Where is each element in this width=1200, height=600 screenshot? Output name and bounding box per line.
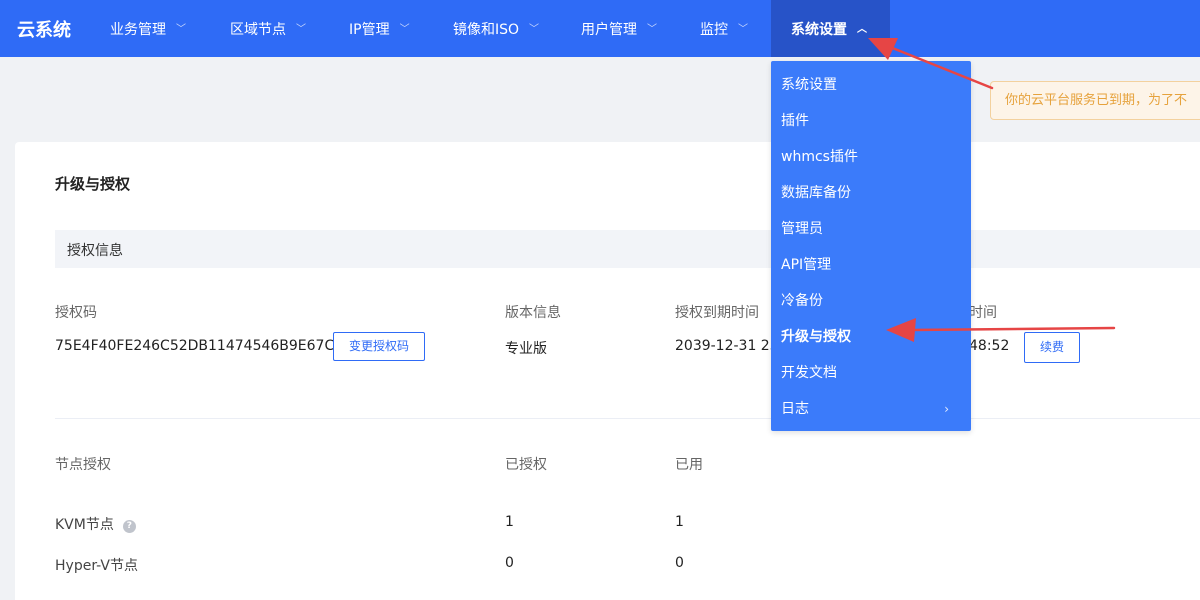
section-title: 授权信息 — [67, 243, 123, 259]
service-time-value: 48:52 — [969, 338, 1010, 354]
chevron-down-icon: ﹀ — [647, 24, 657, 35]
node-name: Hyper-V节点 — [55, 558, 138, 574]
version-value: 专业版 — [505, 341, 547, 357]
authorized-header: 已授权 — [505, 457, 547, 473]
nav-item-business[interactable]: 业务管理 ﹀ — [110, 0, 186, 57]
menu-item-system-settings[interactable]: 系统设置 — [771, 67, 971, 103]
menu-item-database-backup[interactable]: 数据库备份 — [771, 175, 971, 211]
nav-item-label: 镜像和ISO — [453, 22, 520, 38]
license-expire-value: 2039-12-31 23: — [675, 338, 784, 354]
license-info-section-header: 授权信息 — [55, 230, 1200, 268]
license-expire-label: 授权到期时间 — [675, 305, 759, 321]
menu-item-upgrade-license[interactable]: 升级与授权 — [771, 319, 971, 355]
nav-item-label: 业务管理 — [110, 22, 166, 38]
change-license-button[interactable]: 变更授权码 — [333, 332, 425, 361]
chevron-up-icon: ︿ — [857, 24, 867, 35]
chevron-down-icon: ﹀ — [296, 24, 306, 35]
nav-item-label: 用户管理 — [581, 22, 637, 38]
section-divider — [55, 418, 1200, 419]
renew-button[interactable]: 续费 — [1024, 332, 1080, 363]
menu-item-logs[interactable]: 日志 › — [771, 391, 971, 427]
help-icon[interactable]: ? — [122, 520, 136, 533]
hyperv-used-count: 0 — [675, 555, 684, 571]
license-code-value: 75E4F40FE246C52DB11474546B9E67CB — [55, 338, 344, 354]
chevron-down-icon: ﹀ — [529, 24, 540, 35]
node-name: KVM节点 — [55, 517, 114, 533]
kvm-used-count: 1 — [675, 514, 684, 530]
menu-item-label: 日志 — [781, 401, 809, 417]
chevron-down-icon: ﹀ — [176, 24, 186, 35]
top-navigation-bar: 云系统 业务管理 ﹀ 区域节点 ﹀ IP管理 ﹀ 镜像和ISO ﹀ 用户管理 ﹀ 监控 ﹀ … — [0, 0, 1200, 57]
upgrade-license-card: 升级与授权 授权信息 授权码 75E4F40FE246C52DB11474546… — [15, 142, 1200, 600]
menu-item-dev-docs[interactable]: 开发文档 — [771, 355, 971, 391]
brand-logo[interactable]: 云系统 — [17, 16, 71, 42]
system-settings-dropdown: 系统设置 插件 whmcs插件 数据库备份 管理员 API管理 冷备份 升级与授… — [771, 61, 971, 431]
nav-item-image-iso[interactable]: 镜像和ISO ﹀ — [453, 0, 539, 57]
chevron-down-icon: ﹀ — [399, 24, 410, 35]
menu-item-api-management[interactable]: API管理 — [771, 247, 971, 283]
table-row-kvm: KVM节点? — [55, 514, 136, 534]
page-title: 升级与授权 — [55, 175, 131, 193]
service-expired-notice: 你的云平台服务已到期，为了不 — [990, 81, 1200, 120]
nav-item-system-settings[interactable]: 系统设置 ︿ — [771, 0, 890, 57]
nav-item-label: 系统设置 — [791, 22, 847, 38]
used-header: 已用 — [675, 457, 703, 473]
chevron-down-icon: ﹀ — [738, 24, 748, 35]
menu-item-plugins[interactable]: 插件 — [771, 103, 971, 139]
version-label: 版本信息 — [505, 305, 561, 321]
node-type-header: 节点授权 — [55, 457, 111, 473]
nav-item-user-management[interactable]: 用户管理 ﹀ — [581, 0, 657, 57]
hyperv-authorized-count: 0 — [505, 555, 514, 571]
nav-item-label: 监控 — [700, 22, 728, 38]
nav-item-ip-management[interactable]: IP管理 ﹀ — [349, 0, 410, 57]
chevron-right-icon: › — [944, 402, 949, 416]
menu-item-cold-backup[interactable]: 冷备份 — [771, 283, 971, 319]
nav-item-monitoring[interactable]: 监控 ﹀ — [700, 0, 748, 57]
kvm-authorized-count: 1 — [505, 514, 514, 530]
nav-item-label: 区域节点 — [230, 22, 286, 38]
menu-item-administrators[interactable]: 管理员 — [771, 211, 971, 247]
table-row-hyperv: Hyper-V节点 — [55, 555, 138, 575]
service-time-label: 时间 — [969, 305, 997, 321]
license-code-label: 授权码 — [55, 305, 97, 321]
menu-item-whmcs-plugin[interactable]: whmcs插件 — [771, 139, 971, 175]
nav-item-label: IP管理 — [349, 22, 390, 38]
nav-item-region-nodes[interactable]: 区域节点 ﹀ — [230, 0, 306, 57]
